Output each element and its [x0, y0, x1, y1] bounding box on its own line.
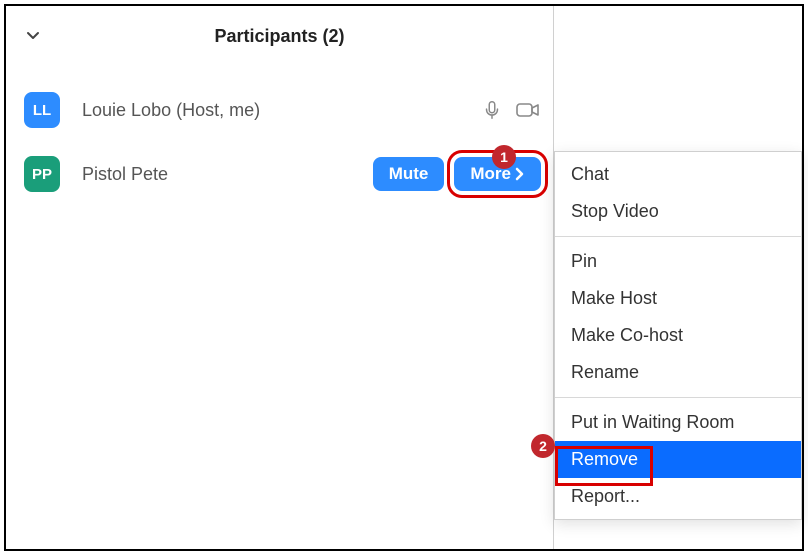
panel-title: Participants (2) — [48, 26, 511, 47]
mute-button[interactable]: Mute — [373, 157, 445, 191]
annotation-badge-2: 2 — [531, 434, 555, 458]
more-context-menu: Chat Stop Video Pin Make Host Make Co-ho… — [554, 151, 802, 520]
menu-item-rename[interactable]: Rename — [555, 354, 801, 391]
app-window: Participants (2) LL Louie Lobo (Host, me… — [4, 4, 804, 551]
chevron-down-icon — [25, 28, 41, 44]
menu-item-make-host[interactable]: Make Host — [555, 280, 801, 317]
participant-name: Louie Lobo (Host, me) — [82, 100, 260, 121]
participant-row[interactable]: PP Pistol Pete Mute More — [6, 146, 553, 202]
menu-item-chat[interactable]: Chat — [555, 156, 801, 193]
collapse-button[interactable] — [18, 21, 48, 51]
participant-row[interactable]: LL Louie Lobo (Host, me) — [6, 82, 553, 138]
menu-separator — [555, 236, 801, 237]
chevron-right-icon — [515, 167, 525, 181]
participants-panel: Participants (2) LL Louie Lobo (Host, me… — [6, 6, 554, 549]
participant-actions: Mute More — [373, 157, 541, 191]
participant-status-icons — [481, 99, 541, 121]
annotation-badge-1: 1 — [492, 145, 516, 169]
menu-item-stop-video[interactable]: Stop Video — [555, 193, 801, 230]
participant-name: Pistol Pete — [82, 164, 168, 185]
avatar: LL — [24, 92, 60, 128]
menu-item-waiting-room[interactable]: Put in Waiting Room — [555, 404, 801, 441]
menu-item-make-cohost[interactable]: Make Co-host — [555, 317, 801, 354]
menu-item-pin[interactable]: Pin — [555, 243, 801, 280]
menu-separator — [555, 397, 801, 398]
microphone-icon — [481, 99, 503, 121]
avatar: PP — [24, 156, 60, 192]
menu-item-report[interactable]: Report... — [555, 478, 801, 515]
menu-item-remove[interactable]: Remove — [555, 441, 801, 478]
panel-header: Participants (2) — [6, 6, 553, 66]
camera-icon — [515, 99, 541, 121]
